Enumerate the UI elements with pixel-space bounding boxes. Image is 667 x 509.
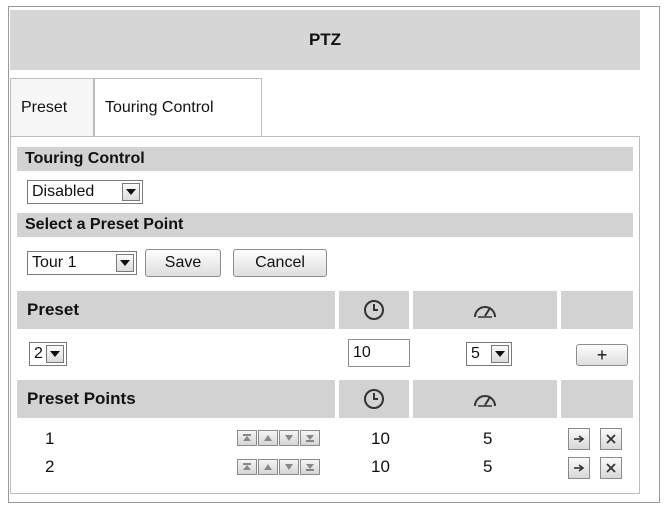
preset-points-header: Preset Points — [17, 380, 633, 418]
tab-touring-control[interactable]: Touring Control — [94, 78, 262, 136]
speedometer-icon — [474, 395, 496, 407]
select-preset-section-header: Select a Preset Point — [17, 213, 633, 237]
dwell-time-header-cell — [339, 291, 409, 329]
preset-point-index: 1 — [45, 429, 55, 448]
speed-value: 5 — [471, 345, 480, 362]
move-down-icon[interactable] — [279, 459, 299, 475]
close-icon[interactable] — [600, 457, 622, 479]
clock-icon — [364, 300, 384, 320]
plus-icon: + — [596, 345, 608, 365]
touring-control-panel: Touring Control Disabled Select a Preset… — [10, 136, 640, 494]
preset-point-index: 2 — [45, 457, 55, 476]
add-preset-button[interactable]: + — [576, 344, 628, 366]
chevron-down-icon — [122, 183, 140, 201]
move-bottom-icon[interactable] — [300, 430, 320, 446]
preset-number-value: 2 — [34, 345, 43, 362]
reorder-controls — [237, 459, 320, 475]
tour-select-value: Tour 1 — [32, 254, 77, 271]
preset-header-cell: Preset — [17, 291, 335, 329]
action-header-cell — [561, 291, 633, 329]
tab-touring-control-label: Touring Control — [105, 98, 214, 116]
preset-point-speed: 5 — [483, 457, 493, 476]
reorder-controls — [237, 430, 320, 446]
dwell-time-input[interactable]: 10 — [348, 339, 410, 367]
chevron-down-icon — [491, 345, 509, 363]
arrow-right-icon[interactable] — [568, 457, 590, 479]
select-preset-section-title: Select a Preset Point — [25, 216, 184, 233]
preset-point-dwell: 10 — [371, 457, 390, 476]
preset-points-header-label: Preset Points — [27, 389, 136, 408]
tab-bar: Preset Touring Control — [10, 78, 262, 138]
dwell-time-value: 10 — [353, 344, 371, 361]
cancel-button-label: Cancel — [255, 254, 305, 271]
chevron-down-icon — [46, 345, 64, 363]
move-up-icon[interactable] — [258, 430, 278, 446]
touring-control-section-header: Touring Control — [17, 147, 633, 171]
tour-select[interactable]: Tour 1 — [27, 251, 137, 275]
touring-mode-value: Disabled — [32, 183, 95, 200]
touring-mode-select[interactable]: Disabled — [27, 180, 143, 204]
clock-icon — [364, 389, 384, 409]
save-button-label: Save — [164, 254, 202, 271]
preset-editor-header: Preset — [17, 291, 633, 329]
move-down-icon[interactable] — [279, 430, 299, 446]
points-speed-header-cell — [413, 380, 557, 418]
chevron-down-icon — [116, 254, 134, 272]
page-title: PTZ — [308, 30, 342, 49]
cancel-button[interactable]: Cancel — [233, 249, 327, 277]
tab-preset[interactable]: Preset — [10, 78, 94, 136]
speed-select[interactable]: 5 — [466, 342, 512, 366]
preset-number-select[interactable]: 2 — [29, 342, 67, 366]
speed-header-cell — [413, 291, 557, 329]
move-top-icon[interactable] — [237, 459, 257, 475]
move-up-icon[interactable] — [258, 459, 278, 475]
speedometer-icon — [474, 306, 496, 318]
move-top-icon[interactable] — [237, 430, 257, 446]
close-icon[interactable] — [600, 428, 622, 450]
points-dwell-header-cell — [339, 380, 409, 418]
move-bottom-icon[interactable] — [300, 459, 320, 475]
page-title-bar: PTZ — [10, 10, 640, 70]
preset-point-dwell: 10 — [371, 429, 390, 448]
tab-preset-label: Preset — [21, 98, 68, 116]
save-button[interactable]: Save — [145, 249, 221, 277]
points-action-header-cell — [561, 380, 633, 418]
preset-header-label: Preset — [27, 300, 79, 319]
arrow-right-icon[interactable] — [568, 428, 590, 450]
preset-point-speed: 5 — [483, 429, 493, 448]
preset-points-header-cell: Preset Points — [17, 380, 335, 418]
touring-control-section-title: Touring Control — [25, 150, 145, 167]
